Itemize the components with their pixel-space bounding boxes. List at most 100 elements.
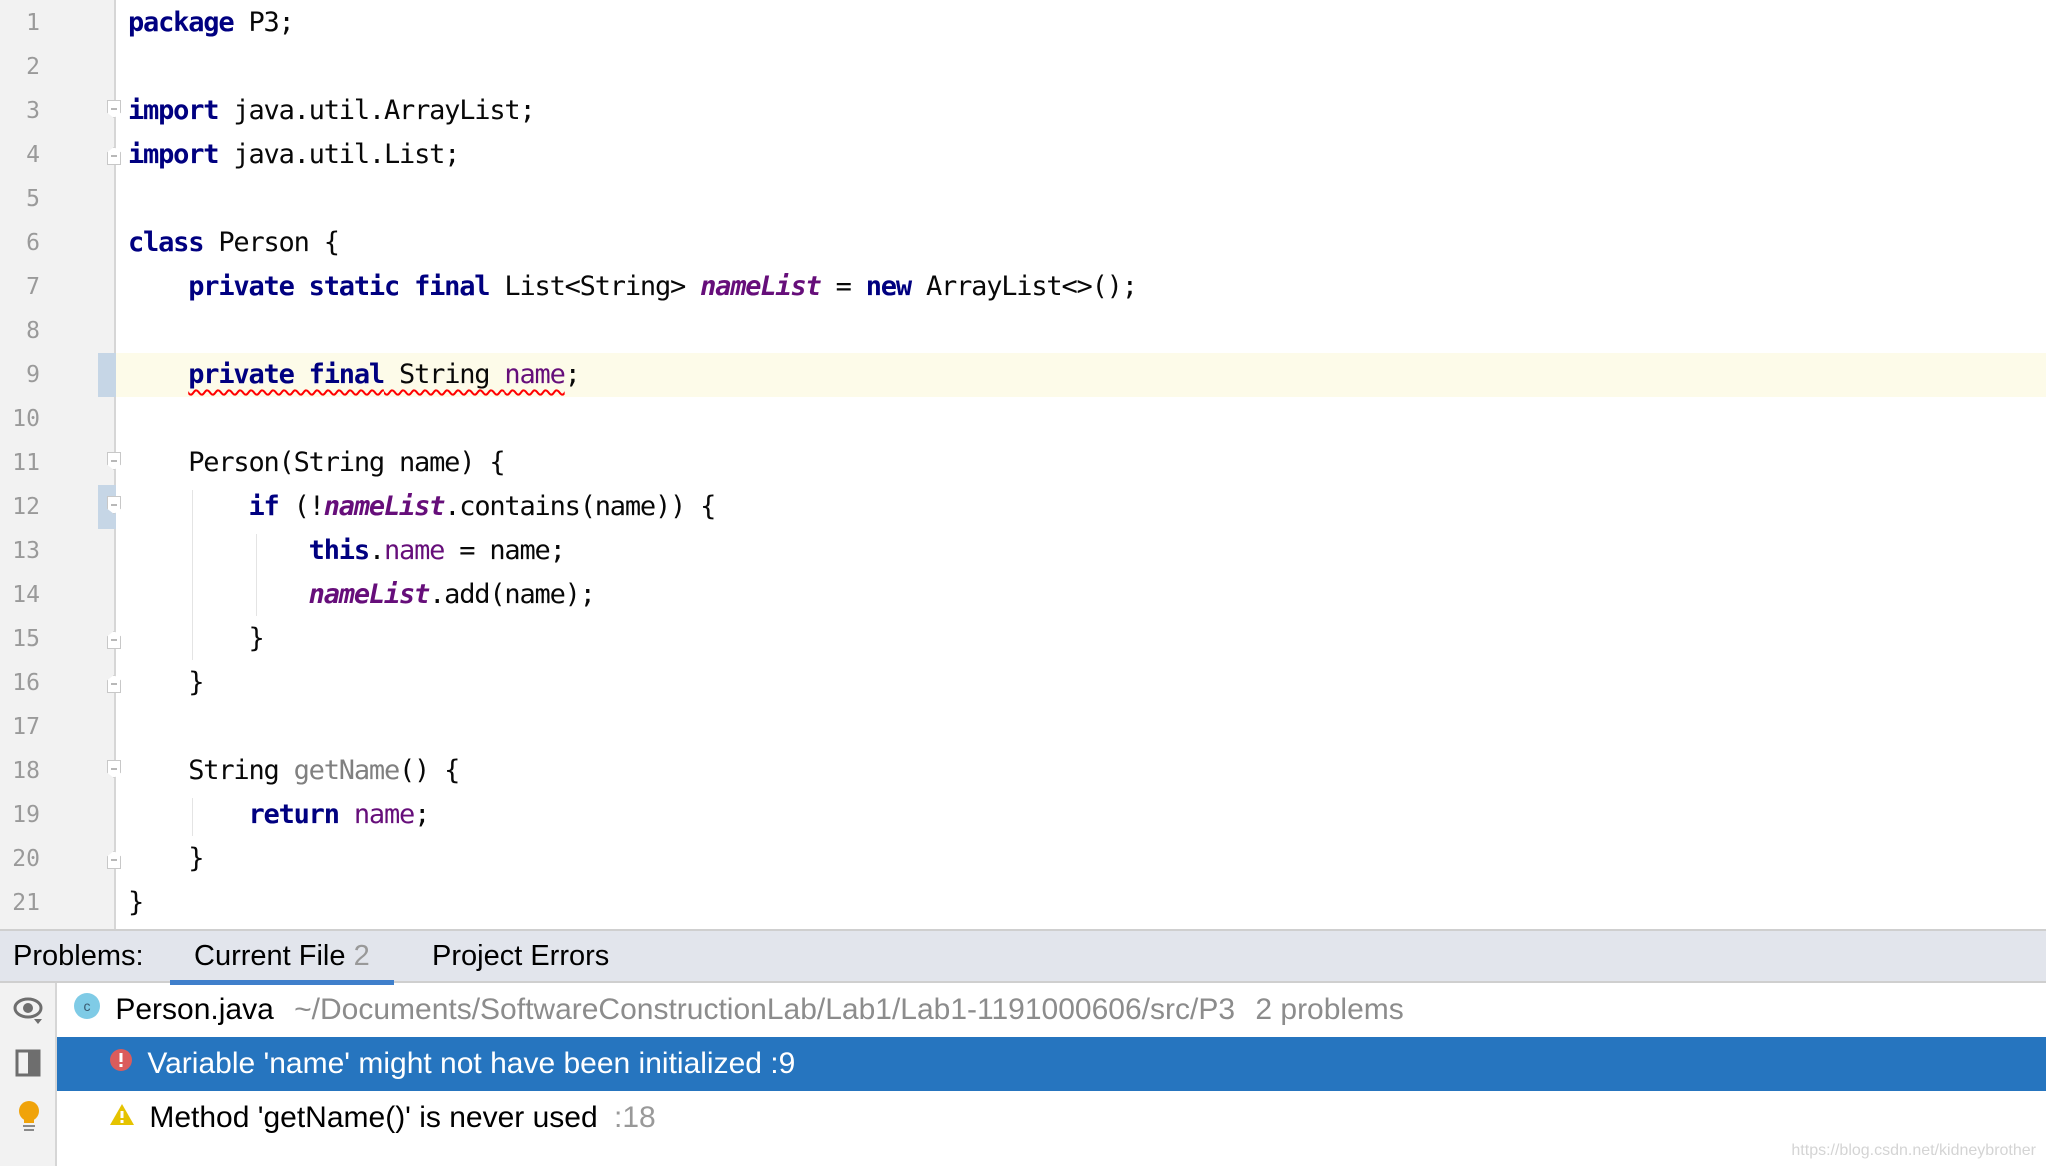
code-text: import java.util.ArrayList; (128, 89, 536, 133)
code-token: java.util.ArrayList; (218, 95, 535, 126)
line-number: 5 (26, 186, 40, 212)
code-line[interactable]: 18 String getName() { (0, 749, 2046, 793)
code-token: package (128, 7, 235, 38)
code-text: Person(String name) { (128, 441, 505, 485)
line-number: 4 (26, 142, 40, 168)
code-token: if (248, 491, 279, 522)
code-text: package P3; (128, 1, 295, 45)
code-line[interactable]: 2 (0, 45, 2046, 89)
code-token: new (865, 271, 912, 302)
code-line[interactable]: 20 } (0, 837, 2046, 881)
problem-item[interactable]: Method 'getName()' is never used :18 (57, 1091, 2046, 1145)
line-number: 15 (12, 626, 40, 652)
warning-icon (109, 1092, 135, 1146)
code-token: . (368, 535, 385, 566)
code-line[interactable]: 10 (0, 397, 2046, 441)
code-token: .add(name); (429, 579, 596, 610)
fold-end-icon[interactable] (107, 147, 121, 165)
code-token: } (128, 843, 204, 874)
fold-end-icon[interactable] (107, 675, 121, 693)
tab-current-file-label: Current File (194, 940, 346, 972)
code-token: = (820, 271, 866, 302)
code-token: this (308, 535, 370, 566)
code-token: } (128, 887, 144, 918)
code-text: } (128, 881, 144, 925)
line-number: 1 (26, 10, 40, 36)
code-line[interactable]: 15 } (0, 617, 2046, 661)
code-line[interactable]: 4 import java.util.List; (0, 133, 2046, 177)
code-token: P3; (233, 7, 294, 38)
code-text: String getName() { (128, 749, 460, 793)
line-number: 2 (26, 54, 40, 80)
code-line[interactable]: 1 package P3; (0, 1, 2046, 45)
fold-end-icon[interactable] (107, 631, 121, 649)
code-line[interactable]: 5 (0, 177, 2046, 221)
code-line[interactable]: 7 private static final List<String> name… (0, 265, 2046, 309)
code-text: if (!nameList.contains(name)) { (128, 485, 716, 529)
code-line[interactable]: 12 if (!nameList.contains(name)) { (0, 485, 2046, 529)
code-line[interactable]: 9 private final String name; (0, 353, 2046, 397)
code-token: } (128, 667, 204, 698)
code-text: nameList.add(name); (128, 573, 596, 617)
code-token: import (128, 95, 220, 126)
code-text: class Person { (128, 221, 340, 265)
problems-file-row[interactable]: c Person.java ~/Documents/SoftwareConstr… (57, 983, 2046, 1037)
line-number: 17 (12, 714, 40, 740)
problems-label: Problems: (13, 940, 144, 972)
code-token: } (128, 623, 264, 654)
file-path: ~/Documents/SoftwareConstructionLab/Lab1… (294, 993, 1236, 1026)
tab-project-errors[interactable]: Project Errors (432, 931, 609, 983)
code-line[interactable]: 3 import java.util.ArrayList; (0, 89, 2046, 133)
code-line[interactable]: 8 (0, 309, 2046, 353)
code-token: private final (188, 359, 385, 390)
code-token: import (128, 139, 220, 170)
code-token: List<String> (489, 271, 701, 302)
lightbulb-icon[interactable] (12, 1099, 46, 1133)
problems-tab-bar: Problems: Current File 2 Project Errors (0, 929, 2046, 985)
code-text: private static final List<String> nameLi… (128, 265, 1138, 309)
code-text: } (128, 661, 204, 705)
line-number: 8 (26, 318, 40, 344)
code-token: name (353, 799, 415, 830)
code-line[interactable]: 16 } (0, 661, 2046, 705)
code-line[interactable]: 6 class Person { (0, 221, 2046, 265)
code-text: private final String name; (128, 353, 581, 397)
problem-item[interactable]: Variable 'name' might not have been init… (57, 1037, 2046, 1091)
line-number: 19 (12, 802, 40, 828)
fold-collapse-icon[interactable] (107, 760, 121, 778)
code-text: import java.util.List; (128, 133, 460, 177)
code-token: ; (564, 359, 581, 390)
problem-location: :9 (770, 1047, 796, 1080)
line-number: 11 (12, 450, 40, 476)
code-line[interactable]: 14 nameList.add(name); (0, 573, 2046, 617)
code-token: name (383, 535, 445, 566)
code-line[interactable]: 19 return name; (0, 793, 2046, 837)
tab-current-file[interactable]: Current File 2 (170, 931, 394, 985)
code-token: ; (414, 799, 430, 830)
fold-end-icon[interactable] (107, 851, 121, 869)
problems-toolstrip (0, 983, 57, 1166)
code-text: this.name = name; (128, 529, 566, 573)
line-number: 21 (12, 890, 40, 916)
eye-icon[interactable] (12, 993, 46, 1027)
line-number: 16 (12, 670, 40, 696)
code-line[interactable]: 17 (0, 705, 2046, 749)
code-editor[interactable]: 1 package P3; 2 3 import java.util.ArrayList… (0, 0, 2046, 929)
line-number: 6 (26, 230, 40, 256)
code-token: name (504, 359, 565, 390)
line-number: 9 (26, 362, 40, 388)
problem-location: :18 (614, 1101, 656, 1134)
preview-panel-icon[interactable] (12, 1046, 46, 1080)
code-line[interactable]: 13 this.name = name; (0, 529, 2046, 573)
code-token: String (383, 359, 505, 390)
fold-collapse-icon[interactable] (107, 100, 121, 118)
line-number: 20 (12, 846, 40, 872)
code-text: } (128, 837, 204, 881)
fold-collapse-icon[interactable] (107, 452, 121, 470)
file-name: Person.java (115, 993, 274, 1026)
code-line[interactable]: 21} (0, 881, 2046, 925)
problem-message: Variable 'name' might not have been init… (147, 1047, 762, 1080)
code-line[interactable]: 11 Person(String name) { (0, 441, 2046, 485)
